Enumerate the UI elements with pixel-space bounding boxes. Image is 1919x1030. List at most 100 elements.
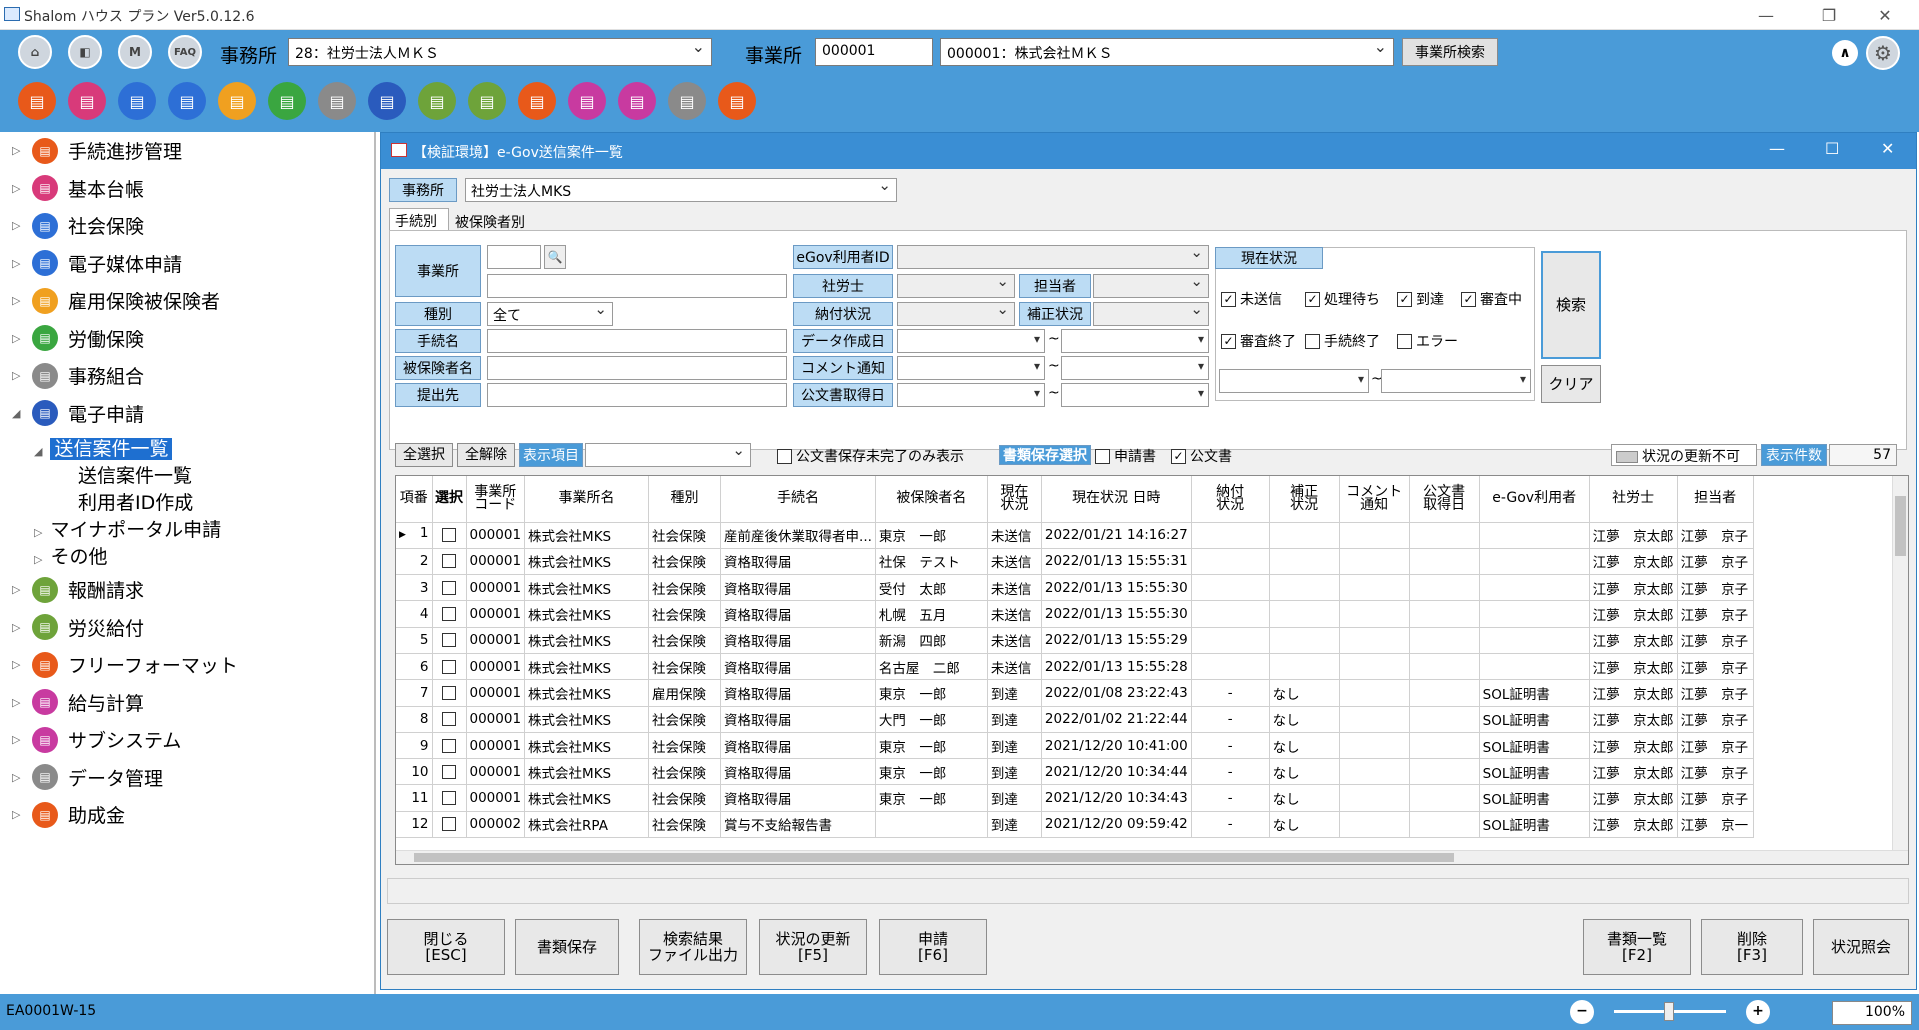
row-select-checkbox[interactable] [442, 659, 456, 674]
sidebar-item-e-application[interactable]: ◢ ▤ 電子申請 [0, 395, 370, 432]
save-docs-button[interactable]: 書類保存 [515, 919, 619, 975]
close-icon[interactable]: ✕ [1862, 0, 1908, 30]
column-header[interactable]: 被保険者名 [875, 476, 988, 523]
sharoushi-select[interactable] [897, 274, 1015, 298]
office-select[interactable]: 社労士法人MKS [465, 178, 897, 202]
minimize-icon[interactable]: — [1743, 0, 1789, 30]
sidebar-item-subsystem[interactable]: ▷ ▤ サブシステム [0, 721, 370, 758]
back-icon[interactable]: ◧ [68, 35, 102, 69]
table-row[interactable]: 8 000001 株式会社MKS 社会保険 資格取得届 大門 一郎 到達 2022/01/02… [396, 706, 1754, 733]
expand-arrow-icon[interactable]: ◢ [34, 445, 42, 458]
social-insurance-module-icon[interactable]: ▤ [118, 82, 156, 120]
sidebar-sub-selected[interactable]: 送信案件一覧 [50, 438, 173, 460]
export-results-button[interactable]: 検索結果 ファイル出力 [639, 919, 747, 975]
expand-arrow-icon[interactable]: ▷ [34, 553, 42, 566]
table-row[interactable]: 4 000001 株式会社MKS 社会保険 資格取得届 札幌 五月 未送信 2022/01/1… [396, 600, 1754, 628]
row-select-checkbox[interactable] [442, 764, 456, 779]
expand-arrow-icon[interactable]: ▷ [12, 219, 20, 232]
category-select[interactable]: 全て [487, 302, 613, 326]
row-select-checkbox[interactable] [442, 712, 456, 727]
status-checkbox-1[interactable]: ✓ 処理待ち [1305, 289, 1380, 309]
window-maximize-icon[interactable]: ☐ [1825, 139, 1839, 158]
sidebar-sub-other-1[interactable]: ▷ その他 [34, 542, 107, 569]
row-select-checkbox[interactable] [442, 685, 456, 700]
koubun-date-from[interactable] [897, 383, 1045, 407]
expand-arrow-icon[interactable]: ▷ [12, 257, 20, 270]
table-row[interactable]: 6 000001 株式会社MKS 社会保険 資格取得届 名古屋 二郎 未送信 2022/01/… [396, 653, 1754, 681]
gear-icon[interactable]: ⚙ [1866, 36, 1900, 70]
column-header[interactable]: 社労士 [1589, 476, 1678, 523]
sidebar-item-subsidy[interactable]: ▷ ▤ 助成金 [0, 796, 370, 833]
insured-input[interactable] [487, 356, 787, 380]
search-icon[interactable]: 🔍 [544, 245, 566, 269]
sidebar-item-payroll[interactable]: ▷ ▤ 給与計算 [0, 684, 370, 721]
column-header[interactable]: 公文書 取得日 [1409, 476, 1480, 523]
media-module-icon[interactable]: ▤ [168, 82, 206, 120]
collapse-icon[interactable]: ∧ [1832, 40, 1858, 66]
horizontal-scroll-thumb[interactable] [414, 853, 1454, 862]
sidebar-item-media[interactable]: ▷ ▤ 電子媒体申請 [0, 245, 370, 282]
subsystem-module-icon[interactable]: ▤ [618, 82, 656, 120]
delete-button[interactable]: 削除 [F3] [1701, 919, 1803, 975]
application-form-checkbox[interactable]: 申請書 [1095, 446, 1156, 466]
status-checkbox-0[interactable]: ✓ 未送信 [1221, 289, 1282, 309]
sidebar-item-fee[interactable]: ▷ ▤ 報酬請求 [0, 571, 370, 608]
establishment-code-input[interactable] [487, 245, 541, 269]
expand-arrow-icon[interactable]: ▷ [12, 658, 20, 671]
establishment-search-button[interactable]: 事業所検索 [1402, 38, 1498, 66]
close-button[interactable]: 閉じる [ESC] [387, 919, 505, 975]
column-header[interactable]: 納付 状況 [1191, 476, 1270, 523]
sidebar-item-progress[interactable]: ▷ ▤ 手続進捗管理 [0, 132, 370, 169]
comment-date-to[interactable] [1061, 356, 1209, 380]
zoom-in-icon[interactable]: + [1746, 1000, 1770, 1024]
expand-arrow-icon[interactable]: ▷ [12, 332, 20, 345]
free-format-module-icon[interactable]: ▤ [518, 82, 556, 120]
expand-arrow-icon[interactable]: ▷ [12, 808, 20, 821]
status-checkbox-3[interactable]: ✓ 審査中 [1461, 289, 1522, 309]
home-icon[interactable]: ⌂ [18, 35, 52, 69]
zoom-out-icon[interactable]: − [1570, 1000, 1594, 1024]
official-doc-checkbox[interactable]: ✓ 公文書 [1171, 446, 1232, 466]
status-checkbox-6[interactable]: エラー [1397, 331, 1458, 351]
row-select-checkbox[interactable] [442, 580, 456, 595]
koubun-date-to[interactable] [1061, 383, 1209, 407]
vertical-scrollbar[interactable] [1892, 476, 1908, 850]
accident-module-icon[interactable]: ▤ [468, 82, 506, 120]
e-application-module-icon[interactable]: ▤ [368, 82, 406, 120]
procedure-input[interactable] [487, 329, 787, 353]
table-row[interactable]: 10 000001 株式会社MKS 社会保険 資格取得届 東京 一郎 到達 2021/12/2… [396, 758, 1754, 786]
expand-arrow-icon[interactable]: ▷ [12, 144, 20, 157]
submit-to-input[interactable] [487, 383, 787, 407]
update-status-button[interactable]: 状況の更新 [F5] [759, 919, 867, 975]
apply-button[interactable]: 申請 [F6] [879, 919, 987, 975]
tab-by-procedure[interactable]: 手続別 [389, 208, 449, 230]
m-icon[interactable]: M [118, 35, 152, 69]
status-date-to[interactable] [1381, 369, 1531, 393]
expand-arrow-icon[interactable]: ▷ [12, 182, 20, 195]
sidebar-sub-child-0[interactable]: 送信案件一覧 [78, 461, 192, 488]
table-row[interactable]: 2 000001 株式会社MKS 社会保険 資格取得届 社保 テスト 未送信 2022/01/… [396, 548, 1754, 576]
expand-arrow-icon[interactable]: ▷ [12, 696, 20, 709]
column-header[interactable]: 現在状況 日時 [1041, 476, 1192, 523]
expand-arrow-icon[interactable]: ▷ [12, 771, 20, 784]
only-incomplete-checkbox[interactable]: 公文書保存未完了のみ表示 [777, 446, 964, 466]
select-all-button[interactable]: 全選択 [395, 443, 453, 467]
fee-module-icon[interactable]: ▤ [418, 82, 456, 120]
establishment-code-input[interactable]: 000001 [815, 38, 933, 66]
expand-arrow-icon[interactable]: ◢ [12, 407, 20, 420]
column-header[interactable]: e-Gov利用者 [1479, 476, 1590, 523]
data-date-from[interactable] [897, 329, 1045, 353]
status-inquiry-button[interactable]: 状況照会 [1813, 919, 1909, 975]
establishment-select[interactable]: 000001：株式会社ＭＫＳ [940, 38, 1394, 66]
sidebar-item-ledger[interactable]: ▷ ▤ 基本台帳 [0, 170, 370, 207]
faq-icon[interactable]: FAQ [168, 35, 202, 69]
status-checkbox-4[interactable]: ✓ 審査終了 [1221, 331, 1296, 351]
display-items-select[interactable] [585, 443, 751, 467]
search-button[interactable]: 検索 [1541, 251, 1601, 359]
column-header[interactable]: 現在 状況 [987, 476, 1042, 523]
comment-date-from[interactable] [897, 356, 1045, 380]
table-row[interactable]: 9 000001 株式会社MKS 社会保険 資格取得届 東京 一郎 到達 2021/12/20… [396, 732, 1754, 760]
payment-status-select[interactable] [897, 302, 1015, 326]
zoom-level[interactable]: 100% [1832, 1001, 1912, 1025]
table-row[interactable]: 12 000002 株式会社RPA 社会保険 賞与不支給報告書 到達 2021/12/20 … [396, 811, 1754, 839]
